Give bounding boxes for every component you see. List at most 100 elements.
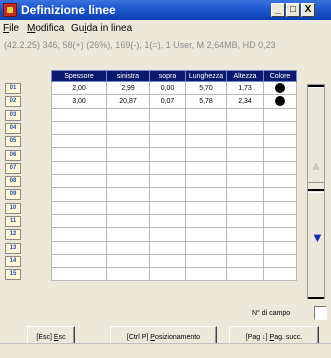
cell-colore[interactable]	[263, 174, 297, 189]
cell-colore[interactable]	[263, 80, 297, 96]
cell-spessore[interactable]	[51, 200, 107, 215]
maximize-button[interactable]: □	[286, 3, 300, 17]
menu-modifica[interactable]: Modifica	[27, 23, 64, 35]
cell-sinistra[interactable]	[106, 253, 150, 269]
table-row[interactable]: 3,00 20,87 0,07 5,78 2,34	[51, 94, 297, 109]
cell-lunghezza[interactable]	[185, 134, 227, 149]
row-number[interactable]: 04	[5, 122, 21, 134]
cell-colore[interactable]	[263, 187, 297, 202]
cell-colore[interactable]	[263, 107, 297, 122]
row-number[interactable]: 05	[5, 136, 21, 148]
table-row[interactable]	[51, 147, 297, 162]
row-number[interactable]: 03	[5, 109, 21, 121]
table-row[interactable]	[51, 240, 297, 255]
cell-lunghezza[interactable]	[185, 227, 227, 242]
table-row[interactable]	[51, 174, 297, 189]
cell-sopra[interactable]	[149, 187, 186, 202]
cell-sinistra[interactable]	[106, 120, 150, 136]
cell-altezza[interactable]	[226, 107, 264, 122]
cell-spessore[interactable]	[51, 134, 107, 149]
cell-lunghezza[interactable]	[185, 107, 227, 122]
row-number[interactable]: 15	[5, 269, 21, 281]
cell-sinistra[interactable]: 2,99	[106, 80, 150, 96]
table-row[interactable]	[51, 253, 297, 269]
cell-altezza[interactable]	[226, 147, 264, 162]
cell-spessore[interactable]	[51, 147, 107, 162]
cell-sinistra[interactable]	[106, 147, 150, 162]
cell-sinistra[interactable]	[106, 160, 150, 176]
menu-file[interactable]: File	[3, 23, 19, 35]
cell-sinistra[interactable]: 20,87	[106, 94, 150, 109]
cell-colore[interactable]	[263, 213, 297, 229]
cell-sopra[interactable]	[149, 200, 186, 215]
table-row[interactable]	[51, 267, 297, 282]
table-row[interactable]	[51, 187, 297, 202]
cell-sopra[interactable]	[149, 147, 186, 162]
cell-altezza[interactable]	[226, 200, 264, 215]
cell-lunghezza[interactable]	[185, 213, 227, 229]
cell-lunghezza[interactable]	[185, 174, 227, 189]
cell-colore[interactable]	[263, 160, 297, 176]
cell-lunghezza[interactable]	[185, 267, 227, 282]
cell-lunghezza[interactable]	[185, 147, 227, 162]
table-row[interactable]	[51, 227, 297, 242]
cell-sinistra[interactable]	[106, 134, 150, 149]
cell-sinistra[interactable]	[106, 267, 150, 282]
cell-spessore[interactable]	[51, 120, 107, 136]
cell-spessore[interactable]	[51, 240, 107, 255]
table-row[interactable]: 2,00 2,99 0,00 5,70 1,73	[51, 80, 297, 96]
column-header-sinistra[interactable]: sinistra	[106, 70, 150, 82]
row-number[interactable]: 14	[5, 255, 21, 267]
cell-sinistra[interactable]	[106, 174, 150, 189]
row-number[interactable]: 07	[5, 162, 21, 174]
cell-spessore[interactable]	[51, 187, 107, 202]
row-number[interactable]: 10	[5, 202, 21, 214]
column-header-sopra[interactable]: sopra	[149, 70, 186, 82]
cell-colore[interactable]	[263, 267, 297, 282]
cell-lunghezza[interactable]: 5,70	[185, 80, 227, 96]
cell-sopra[interactable]: 0,07	[149, 94, 186, 109]
column-header-colore[interactable]: Colore	[263, 70, 297, 82]
cell-sopra[interactable]	[149, 240, 186, 255]
cell-lunghezza[interactable]	[185, 187, 227, 202]
cell-sinistra[interactable]	[106, 240, 150, 255]
cell-sopra[interactable]	[149, 134, 186, 149]
cell-lunghezza[interactable]: 5,78	[185, 94, 227, 109]
close-button[interactable]: X	[301, 3, 315, 17]
cell-spessore[interactable]	[51, 227, 107, 242]
row-number[interactable]: 02	[5, 96, 21, 108]
cell-altezza[interactable]	[226, 267, 264, 282]
cell-spessore[interactable]	[51, 253, 107, 269]
table-row[interactable]	[51, 160, 297, 176]
table-row[interactable]	[51, 200, 297, 215]
cell-spessore[interactable]	[51, 160, 107, 176]
cell-altezza[interactable]	[226, 120, 264, 136]
cell-lunghezza[interactable]	[185, 200, 227, 215]
cell-altezza[interactable]	[226, 187, 264, 202]
row-number[interactable]: 09	[5, 189, 21, 201]
row-number[interactable]: 11	[5, 216, 21, 227]
column-header-spessore[interactable]: Spessore	[51, 70, 107, 82]
cell-sopra[interactable]	[149, 120, 186, 136]
cell-altezza[interactable]	[226, 253, 264, 269]
cell-sinistra[interactable]	[106, 213, 150, 229]
cell-altezza[interactable]: 1,73	[226, 80, 264, 96]
cell-colore[interactable]	[263, 240, 297, 255]
cell-lunghezza[interactable]	[185, 240, 227, 255]
cell-altezza[interactable]	[226, 227, 264, 242]
cell-lunghezza[interactable]	[185, 253, 227, 269]
cell-sopra[interactable]	[149, 174, 186, 189]
cell-colore[interactable]	[263, 94, 297, 109]
cell-sopra[interactable]	[149, 267, 186, 282]
scroll-down-button[interactable]	[308, 192, 324, 298]
cell-lunghezza[interactable]	[185, 160, 227, 176]
cell-altezza[interactable]	[226, 160, 264, 176]
row-number[interactable]: 01	[5, 83, 21, 94]
cell-altezza[interactable]	[226, 174, 264, 189]
cell-colore[interactable]	[263, 134, 297, 149]
cell-colore[interactable]	[263, 120, 297, 136]
cell-sopra[interactable]: 0,00	[149, 80, 186, 96]
cell-sinistra[interactable]	[106, 200, 150, 215]
table-row[interactable]	[51, 107, 297, 122]
cell-spessore[interactable]	[51, 107, 107, 122]
